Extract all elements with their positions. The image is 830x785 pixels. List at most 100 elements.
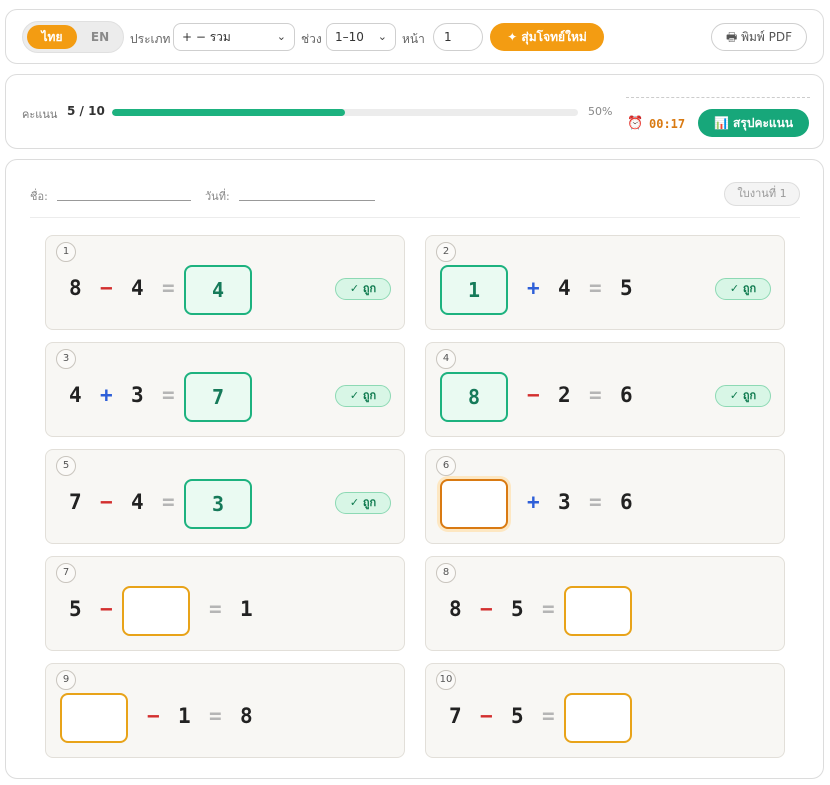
answer-input[interactable]	[564, 586, 632, 636]
type-label: ประเภท	[130, 32, 171, 46]
answer-input[interactable]	[60, 693, 128, 743]
answer-input[interactable]: 3	[184, 479, 252, 529]
toolbar: ไทย EN ประเภท + − รวม ⌄ ช่วง 1–10 ⌄ หน้า…	[5, 9, 824, 64]
minus-operator: −	[100, 597, 113, 621]
question-number: 3	[56, 349, 76, 369]
type-select-value: + − รวม	[182, 30, 231, 44]
question-number: 9	[56, 670, 76, 690]
divider	[626, 97, 810, 98]
correct-badge: ✓ ถูก	[715, 278, 771, 300]
correct-badge: ✓ ถูก	[335, 385, 391, 407]
question-card: 8 8−5 =	[425, 556, 785, 651]
question-card: 9 −1 = 8	[45, 663, 405, 758]
print-pdf-button[interactable]: 🖶 พิมพ์ PDF	[711, 23, 807, 51]
range-select-value: 1–10	[335, 30, 364, 44]
number: 5	[620, 276, 633, 300]
summary-button[interactable]: 📊 สรุปคะแนน	[698, 109, 809, 137]
equals-sign: =	[589, 383, 602, 407]
number: 8	[240, 704, 253, 728]
number: 3	[131, 383, 144, 407]
progress-fill	[112, 109, 345, 116]
page-input[interactable]: 1	[433, 23, 483, 51]
number: 7	[69, 490, 82, 514]
question-number: 1	[56, 242, 76, 262]
worksheet: ชื่อ: วันที่: ใบงานที่ 1 1 8−4 = 4 ✓ ถูก 2 1 +4…	[5, 159, 824, 779]
lang-thai-button[interactable]: ไทย	[27, 25, 77, 49]
date-field[interactable]	[239, 200, 375, 201]
name-label: ชื่อ:	[30, 190, 48, 203]
minus-operator: −	[480, 597, 493, 621]
random-problems-button[interactable]: ✦ สุ่มโจทย์ใหม่	[490, 23, 604, 51]
question-card: 3 4 +3 = 7 ✓ ถูก	[45, 342, 405, 437]
answer-input[interactable]: 1	[440, 265, 508, 315]
equals-sign: =	[542, 597, 555, 621]
equals-sign: =	[209, 597, 222, 621]
number: 8	[449, 597, 462, 621]
question-card: 10 7−5 =	[425, 663, 785, 758]
range-label: ช่วง	[301, 32, 322, 46]
minus-operator: −	[480, 704, 493, 728]
number: 4	[69, 383, 82, 407]
equals-sign: =	[162, 276, 175, 300]
correct-badge: ✓ ถูก	[335, 278, 391, 300]
equals-sign: =	[162, 383, 175, 407]
alarm-clock-icon: ⏰	[627, 116, 644, 131]
range-select[interactable]: 1–10 ⌄	[326, 23, 396, 51]
equals-sign: =	[589, 276, 602, 300]
date-label: วันที่:	[205, 190, 230, 203]
minus-operator: −	[527, 383, 540, 407]
chevron-down-icon: ⌄	[377, 30, 387, 43]
number: 6	[620, 383, 633, 407]
number: 1	[178, 704, 191, 728]
number: 1	[240, 597, 253, 621]
equals-sign: =	[162, 490, 175, 514]
equals-sign: =	[209, 704, 222, 728]
chevron-down-icon: ⌄	[276, 30, 286, 43]
worksheet-number-badge: ใบงานที่ 1	[724, 182, 800, 206]
number: 5	[511, 704, 524, 728]
number: 5	[69, 597, 82, 621]
number: 7	[449, 704, 462, 728]
number: 5	[511, 597, 524, 621]
number: 4	[131, 276, 144, 300]
number: 2	[558, 383, 571, 407]
score-bar: คะแนน 5 / 10 50% ⏰ 00:17 📊 สรุปคะแนน	[5, 74, 824, 149]
number: 4	[558, 276, 571, 300]
number: 4	[131, 490, 144, 514]
type-select[interactable]: + − รวม ⌄	[173, 23, 295, 51]
plus-operator: +	[527, 276, 540, 300]
question-card: 4 8−2 = 6 ✓ ถูก	[425, 342, 785, 437]
question-number: 5	[56, 456, 76, 476]
answer-input[interactable]	[440, 479, 508, 529]
answer-input[interactable]	[564, 693, 632, 743]
answer-input[interactable]	[122, 586, 190, 636]
minus-operator: −	[100, 490, 113, 514]
number: 3	[558, 490, 571, 514]
question-number: 10	[436, 670, 456, 690]
divider	[30, 217, 800, 218]
answer-input[interactable]: 7	[184, 372, 252, 422]
correct-badge: ✓ ถูก	[715, 385, 771, 407]
timer: 00:17	[649, 117, 686, 131]
question-card: 5 7−4 = 3 ✓ ถูก	[45, 449, 405, 544]
question-card: 7 5− = 1	[45, 556, 405, 651]
plus-operator: +	[527, 490, 540, 514]
answer-input[interactable]: 4	[184, 265, 252, 315]
number: 8	[69, 276, 82, 300]
language-toggle: ไทย EN	[22, 21, 124, 53]
minus-operator: −	[100, 276, 113, 300]
score-percent: 50%	[588, 105, 613, 118]
lang-en-button[interactable]: EN	[79, 25, 121, 49]
equals-sign: =	[589, 490, 602, 514]
score-progress-bar	[112, 109, 578, 116]
score-value: 5 / 10	[67, 104, 105, 118]
minus-operator: −	[147, 704, 160, 728]
answer-input[interactable]: 8	[440, 372, 508, 422]
question-number: 2	[436, 242, 456, 262]
question-number: 8	[436, 563, 456, 583]
question-card: 6 +3 = 6	[425, 449, 785, 544]
name-field[interactable]	[57, 200, 191, 201]
question-card: 2 1 +4 = 5 ✓ ถูก	[425, 235, 785, 330]
question-number: 7	[56, 563, 76, 583]
page-label: หน้า	[402, 32, 425, 46]
